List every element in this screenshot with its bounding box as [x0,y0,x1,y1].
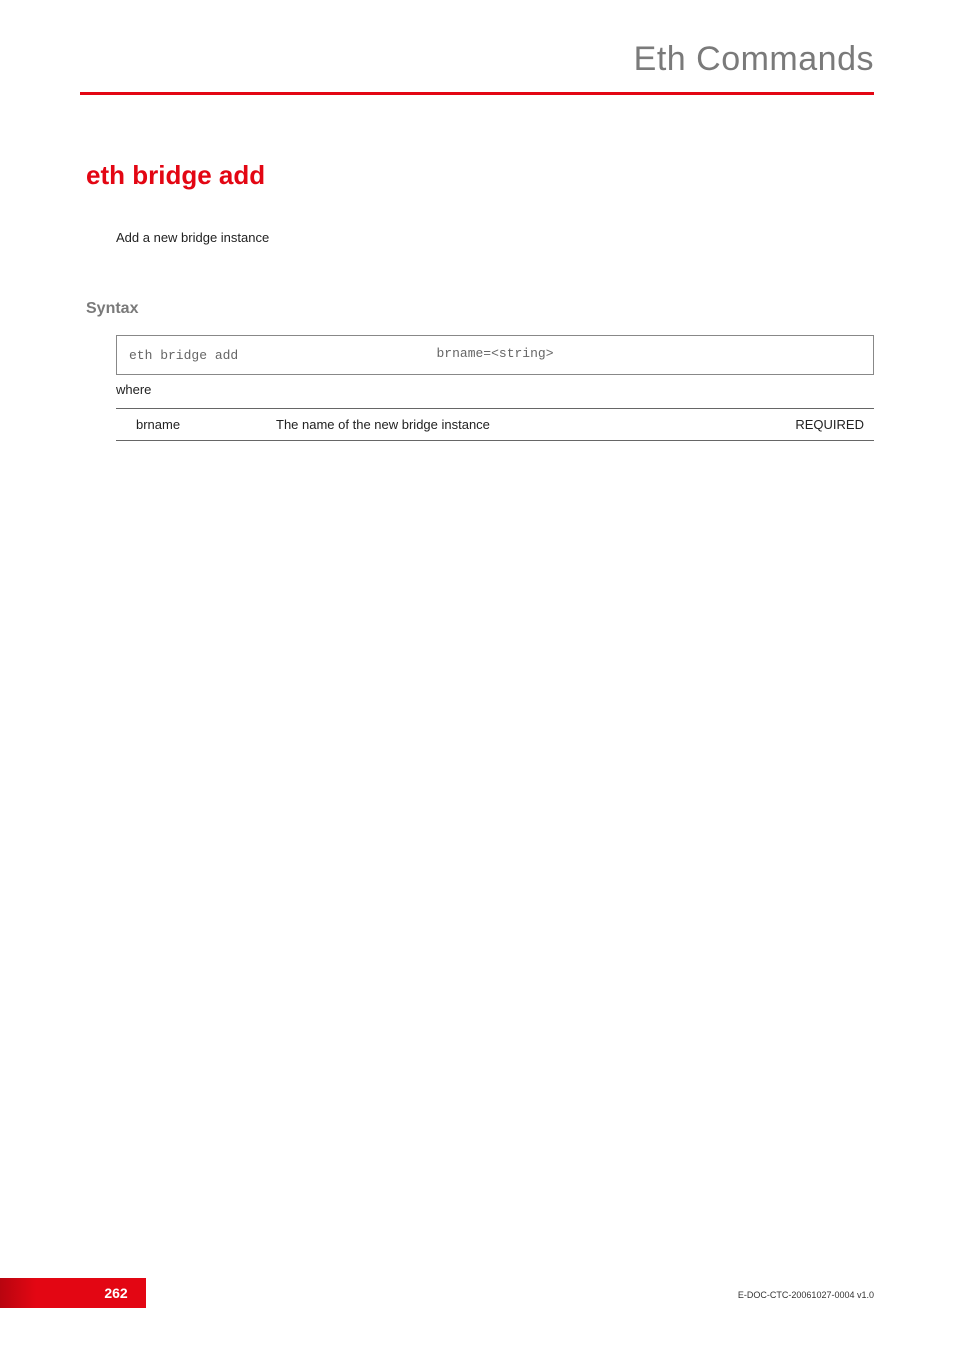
syntax-heading: Syntax [86,300,138,318]
syntax-box: eth bridge add brname=<string> [116,335,874,375]
param-name: brname [116,417,276,432]
command-title: eth bridge add [86,160,265,191]
where-label: where [116,382,151,397]
footer-red-bar [0,1278,86,1308]
syntax-command: eth bridge add [129,348,238,363]
page-number: 262 [104,1285,127,1301]
param-description: The name of the new bridge instance [276,417,754,432]
syntax-argument: brname=<string> [436,346,553,361]
footer-bar-gradient [0,1278,36,1308]
command-description: Add a new bridge instance [116,230,269,245]
page-number-badge: 262 [86,1278,146,1308]
table-row: brname The name of the new bridge instan… [116,408,874,441]
parameter-table: brname The name of the new bridge instan… [116,408,874,441]
header-divider [80,92,874,95]
param-requirement: REQUIRED [754,417,874,432]
chapter-title: Eth Commands [634,40,874,79]
footer-doc-id: E-DOC-CTC-20061027-0004 v1.0 [738,1290,874,1300]
